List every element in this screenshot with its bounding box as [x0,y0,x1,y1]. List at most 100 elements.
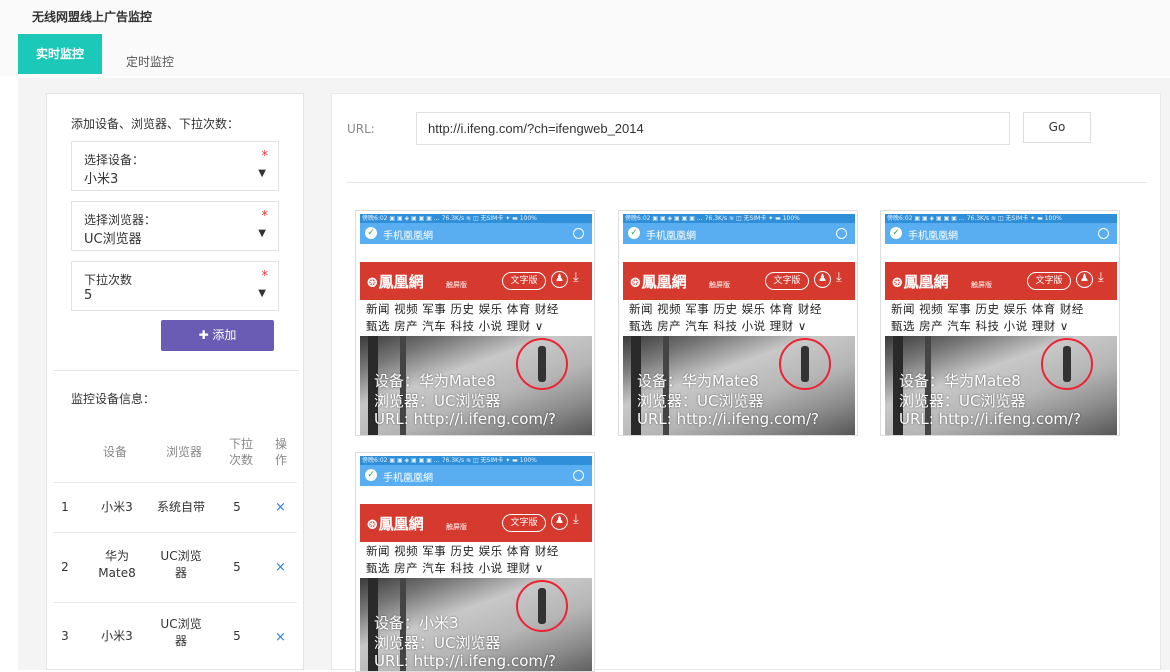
row-browser: UC浏览 器 [160,549,202,580]
preview-card[interactable]: 傍晚6:02 ▣ ▣ ◈ ▣ ▣ ▣ … 76.3K/s ≋ ◫ 无SIM卡 ✦… [355,452,595,672]
nav-row: 甄选 房产 汽车 科技 小说 理财 ∨ [366,561,544,575]
address-bar: ✓ 手机凰凰網 [360,223,592,244]
preview-card[interactable]: 傍晚6:02 ▣ ▣ ◈ ▣ ▣ ▣ … 76.3K/s ≋ ◫ 无SIM卡 ✦… [880,210,1120,436]
divider [347,182,1147,183]
caret-down-icon: ▼ [258,228,266,239]
refresh-icon [836,228,847,239]
row-pulls: 5 [233,560,241,574]
table-row: 1 小米3 系统自带 5 × [53,482,297,532]
add-button[interactable]: ✚ 添加 [161,320,274,351]
tab-scheduled[interactable]: 定时监控 [112,42,188,82]
overlay-browser: 浏览器：UC浏览器 [374,634,501,652]
address-bar: ✓ 手机凰凰網 [360,465,592,486]
device-select-label: 选择设备： [84,153,145,167]
status-bar: 傍晚6:02 ▣ ▣ ◈ ▣ ▣ ▣ … 76.3K/s ≋ ◫ 无SIM卡 ✦… [360,456,592,465]
close-icon[interactable]: × [275,630,286,645]
site-name: 手机凰凰網 [646,231,696,242]
row-index: 2 [61,560,69,574]
column-pulls: 下拉 次数 [228,437,253,467]
device-panel: 添加设备、浏览器、下拉次数： 选择设备： * 小米3 ▼ 选择浏览器： * UC… [46,93,304,670]
browser-select[interactable]: 选择浏览器： * UC浏览器 ▼ [71,201,279,251]
nav-row: 新闻 视频 军事 历史 娱乐 体育 财经 [366,302,559,316]
caret-down-icon: ▼ [258,288,266,299]
row-device: 小米3 [101,629,133,643]
device-select-value: 小米3 [84,172,119,187]
row-browser: 系统自带 [156,500,205,514]
nav-row: 新闻 视频 军事 历史 娱乐 体育 财经 [891,302,1084,316]
nav-row: 新闻 视频 军事 历史 娱乐 体育 财经 [629,302,822,316]
preview-panel: URL: http://i.ifeng.com/?ch=ifengweb_201… [331,93,1161,672]
brand-sub: 触屏版 [971,281,992,289]
row-browser: UC浏览 器 [160,617,202,648]
nav-menu: 新闻 视频 军事 历史 娱乐 体育 财经 甄选 房产 汽车 科技 小说 理财 ∨ [360,300,592,336]
table-row: 3 小米3 UC浏览 器 5 × [53,602,297,672]
pulls-select[interactable]: 下拉次数 * 5 ▼ [71,261,279,311]
photo-shape [538,588,546,624]
overlay-url: URL: http://i.ifeng.com/? [374,652,556,670]
text-version-button: 文字版 [502,272,546,290]
nav-row: 甄选 房产 汽车 科技 小说 理财 ∨ [629,319,807,333]
pulls-select-label: 下拉次数 [84,273,133,287]
row-device: 华为 Mate8 [98,549,136,580]
brand-logo: ⊛鳳凰網 [629,273,687,291]
overlay-device: 设备：华为Mate8 [899,372,1021,390]
required-mark: * [261,149,269,164]
close-icon[interactable]: × [275,500,286,515]
row-index: 1 [61,500,69,514]
news-photo: 设备：华为Mate8 浏览器：UC浏览器 URL: http://i.ifeng… [623,336,855,435]
nav-row: 新闻 视频 军事 历史 娱乐 体育 财经 [366,544,559,558]
status-bar: 傍晚6:02 ▣ ▣ ◈ ▣ ▣ ▣ … 76.3K/s ≋ ◫ 无SIM卡 ✦… [360,214,592,223]
browser-select-label: 选择浏览器： [84,213,157,227]
refresh-icon [1098,228,1109,239]
nav-menu: 新闻 视频 军事 历史 娱乐 体育 财经 甄选 房产 汽车 科技 小说 理财 ∨ [360,542,592,578]
check-circle-icon: ✓ [365,469,377,481]
browser-select-value: UC浏览器 [84,232,142,247]
check-circle-icon: ✓ [365,227,377,239]
overlay-url: URL: http://i.ifeng.com/? [899,410,1081,428]
overlay-url: URL: http://i.ifeng.com/? [637,410,819,428]
preview-card[interactable]: 傍晚6:02 ▣ ▣ ◈ ▣ ▣ ▣ … 76.3K/s ≋ ◫ 无SIM卡 ✦… [618,210,858,436]
user-icon: ♟ [551,513,568,530]
table-header: 设备 浏览器 下拉 次数 操 作 [47,432,303,482]
app-title: 无线网盟线上广告监控 [32,10,153,24]
brand-header: ⊛鳳凰網 触屏版 文字版 ♟ ⤓ [360,504,592,542]
overlay-browser: 浏览器：UC浏览器 [899,392,1026,410]
overlay-device: 设备：华为Mate8 [374,372,496,390]
table-row: 2 华为 Mate8 UC浏览 器 5 × [53,532,297,602]
brand-logo: ⊛鳳凰網 [366,273,424,291]
url-label: URL: [347,122,375,136]
brand-logo: ⊛鳳凰網 [891,273,949,291]
news-photo: 设备：小米3 浏览器：UC浏览器 URL: http://i.ifeng.com… [360,578,592,671]
url-input[interactable]: http://i.ifeng.com/?ch=ifengweb_2014 [416,112,1010,145]
user-icon: ♟ [1076,271,1093,288]
text-version-button: 文字版 [765,272,809,290]
device-select[interactable]: 选择设备： * 小米3 ▼ [71,141,279,191]
close-icon[interactable]: × [275,560,286,575]
overlay-browser: 浏览器：UC浏览器 [374,392,501,410]
overlay-device: 设备：华为Mate8 [637,372,759,390]
column-op: 操 作 [274,437,287,467]
column-device: 设备 [102,445,127,459]
go-button[interactable]: Go [1023,112,1091,143]
check-circle-icon: ✓ [890,227,902,239]
brand-logo: ⊛鳳凰網 [366,515,424,533]
refresh-icon [573,470,584,481]
refresh-icon [573,228,584,239]
user-icon: ♟ [551,271,568,288]
tab-bar: 实时监控 定时监控 [0,32,1170,76]
text-version-button: 文字版 [1027,272,1071,290]
divider [53,370,299,371]
required-mark: * [261,269,269,284]
address-bar: ✓ 手机凰凰網 [623,223,855,244]
brand-header: ⊛鳳凰網 触屏版 文字版 ♟ ⤓ [623,262,855,300]
overlay-url: URL: http://i.ifeng.com/? [374,410,556,428]
row-pulls: 5 [233,500,241,514]
info-heading: 监控设备信息： [71,392,156,406]
required-mark: * [261,209,269,224]
top-bar: 无线网盟线上广告监控 [0,0,1170,32]
preview-card[interactable]: 傍晚6:02 ▣ ▣ ◈ ▣ ▣ ▣ … 76.3K/s ≋ ◫ 无SIM卡 ✦… [355,210,595,436]
tab-realtime[interactable]: 实时监控 [18,34,102,74]
site-name: 手机凰凰網 [383,231,433,242]
row-index: 3 [61,629,69,643]
photo-shape [801,346,809,382]
